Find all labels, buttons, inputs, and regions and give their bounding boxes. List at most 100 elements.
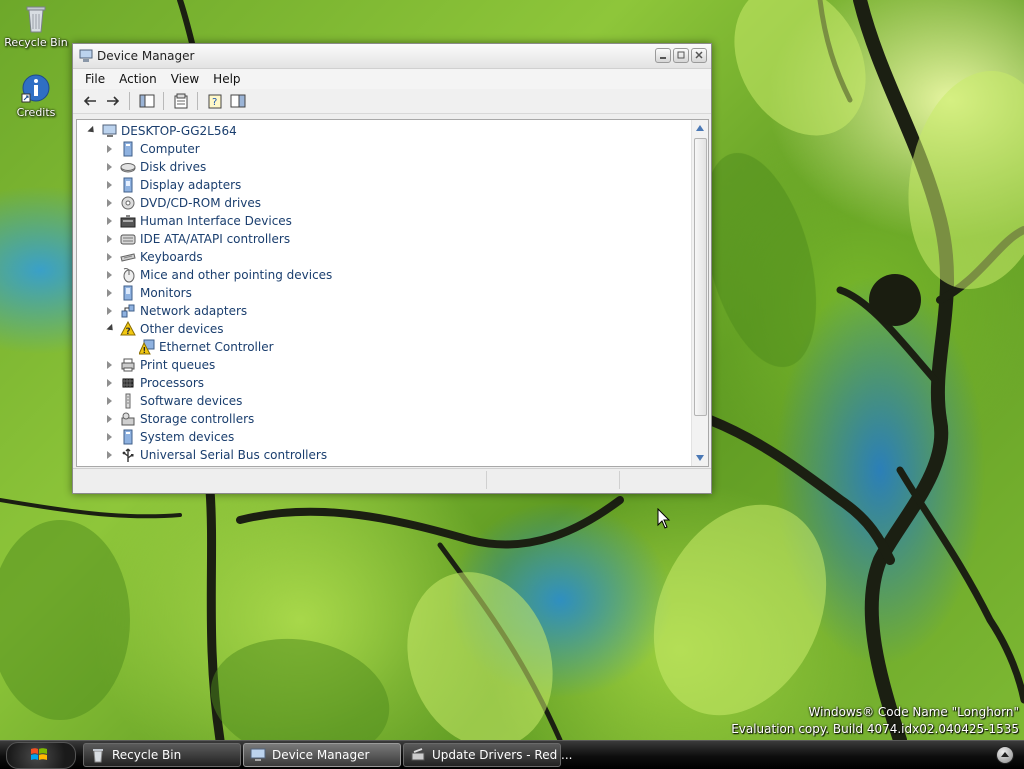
menu-view[interactable]: View [164,70,206,88]
scroll-up-arrow-icon[interactable] [696,125,704,131]
device-manager-window: Device Manager File Action View Help ? D… [72,43,712,494]
network-adapter-icon [121,304,135,318]
mouse-icon [123,268,135,283]
tree-item-mice[interactable]: Mice and other pointing devices [77,266,692,284]
tree-item-label: System devices [140,430,235,444]
tree-item-label: Keyboards [140,250,203,264]
status-bar [73,468,711,493]
help-icon: ? [208,94,221,109]
svg-text:?: ? [126,327,131,337]
taskbar-button-update-drivers[interactable]: Update Drivers - Red ... [403,743,572,767]
forward-button[interactable] [102,91,123,111]
tree-item-label: Disk drives [140,160,207,174]
software-device-icon [125,393,131,409]
tree-item-software-devices[interactable]: Software devices [77,392,692,410]
show-hide-console-tree-button[interactable] [136,91,157,111]
recycle-bin-icon [93,749,103,763]
expand-arrow-icon[interactable] [107,379,112,387]
tree-item-computer[interactable]: Computer [77,140,692,158]
tree-item-human-interface-devices[interactable]: Human Interface Devices [77,212,692,230]
tree-item-usb-controllers[interactable]: Universal Serial Bus controllers [77,446,692,464]
usb-icon [122,448,134,462]
tree-item-monitors[interactable]: Monitors [77,284,692,302]
menu-help[interactable]: Help [206,70,247,88]
expand-arrow-icon[interactable] [107,451,112,459]
status-cell [619,471,710,489]
desktop-icon-recycle-bin[interactable]: Recycle Bin [1,2,71,49]
expand-arrow-icon[interactable] [107,199,112,207]
tray-show-hidden-icons-button[interactable] [996,746,1014,764]
svg-text:?: ? [212,97,217,108]
display-adapter-icon [123,177,133,193]
tree-item-storage-controllers[interactable]: Storage controllers [77,410,692,428]
windows-logo-icon [31,748,47,760]
scrollbar-thumb[interactable] [694,138,707,416]
tree-root[interactable]: DESKTOP-GG2L564 [77,122,692,140]
expand-arrow-icon[interactable] [107,145,112,153]
expand-arrow-icon[interactable] [107,397,112,405]
tree-item-print-queues[interactable]: Print queues [77,356,692,374]
tree-item-keyboards[interactable]: Keyboards [77,248,692,266]
toolbar-separator [129,92,130,110]
close-button[interactable] [691,48,707,63]
scroll-down-arrow-icon[interactable] [696,455,704,461]
maximize-button[interactable] [673,48,689,63]
expand-arrow-icon[interactable] [107,235,112,243]
back-button[interactable] [79,91,100,111]
expand-arrow-icon[interactable] [107,307,112,315]
tree-item-label: Storage controllers [140,412,255,426]
info-icon [21,74,50,103]
help-button[interactable]: ? [204,91,225,111]
expand-arrow-icon[interactable] [107,361,112,369]
taskbar-button-label: Device Manager [272,748,370,762]
watermark-line-2: Evaluation copy. Build 4074.idx02.040425… [731,722,1019,736]
tree-item-disk-drives[interactable]: Disk drives [77,158,692,176]
show-hide-console-tree-icon [139,94,154,108]
ide-controller-icon [120,234,136,245]
tree-item-ide-controllers[interactable]: IDE ATA/ATAPI controllers [77,230,692,248]
taskbar-button-recycle-bin[interactable]: Recycle Bin [83,743,241,767]
title-bar[interactable]: Device Manager [73,44,711,69]
menu-action[interactable]: Action [112,70,164,88]
expand-arrow-icon[interactable] [107,181,112,189]
expand-arrow-icon[interactable] [107,289,112,297]
update-drivers-icon [411,748,425,761]
collapse-arrow-icon[interactable] [106,323,116,334]
tree-item-network-adapters[interactable]: Network adapters [77,302,692,320]
tree-item-label: Other devices [140,322,224,336]
minimize-icon [660,57,666,59]
tree-item-label: Network adapters [140,304,248,318]
device-tree[interactable]: DESKTOP-GG2L564 Computer Disk drives Dis… [76,119,709,467]
processor-icon [122,378,134,388]
taskbar-button-device-manager[interactable]: Device Manager [243,743,401,767]
tree-item-system-devices[interactable]: System devices [77,428,692,446]
vertical-scrollbar[interactable] [691,120,708,466]
tree-item-dvd-drives[interactable]: DVD/CD-ROM drives [77,194,692,212]
tree-item-ethernet-controller[interactable]: ! Ethernet Controller [77,338,692,356]
expand-arrow-icon[interactable] [107,163,112,171]
expand-arrow-icon[interactable] [107,217,112,225]
start-button[interactable] [6,742,76,769]
back-arrow-icon [83,96,96,106]
tree-item-other-devices[interactable]: ? Other devices [77,320,692,338]
expand-arrow-icon[interactable] [107,433,112,441]
view-button[interactable] [227,91,248,111]
desktop-icon-credits[interactable]: Credits [1,72,71,119]
taskbar-button-label: Recycle Bin [112,748,182,762]
keyboard-icon [120,253,136,262]
mouse-cursor-icon [657,508,671,529]
unknown-device-icon: ? [120,321,136,337]
toolbar: ? [73,89,711,114]
properties-icon [174,93,187,109]
collapse-arrow-icon[interactable] [87,125,97,136]
minimize-button[interactable] [655,48,671,63]
toolbar-separator [197,92,198,110]
expand-arrow-icon[interactable] [107,415,112,423]
tree-item-processors[interactable]: Processors [77,374,692,392]
expand-arrow-icon[interactable] [107,271,112,279]
tree-item-label: Display adapters [140,178,242,192]
expand-arrow-icon[interactable] [107,253,112,261]
properties-button[interactable] [170,91,191,111]
menu-file[interactable]: File [78,70,112,88]
tree-item-display-adapters[interactable]: Display adapters [77,176,692,194]
